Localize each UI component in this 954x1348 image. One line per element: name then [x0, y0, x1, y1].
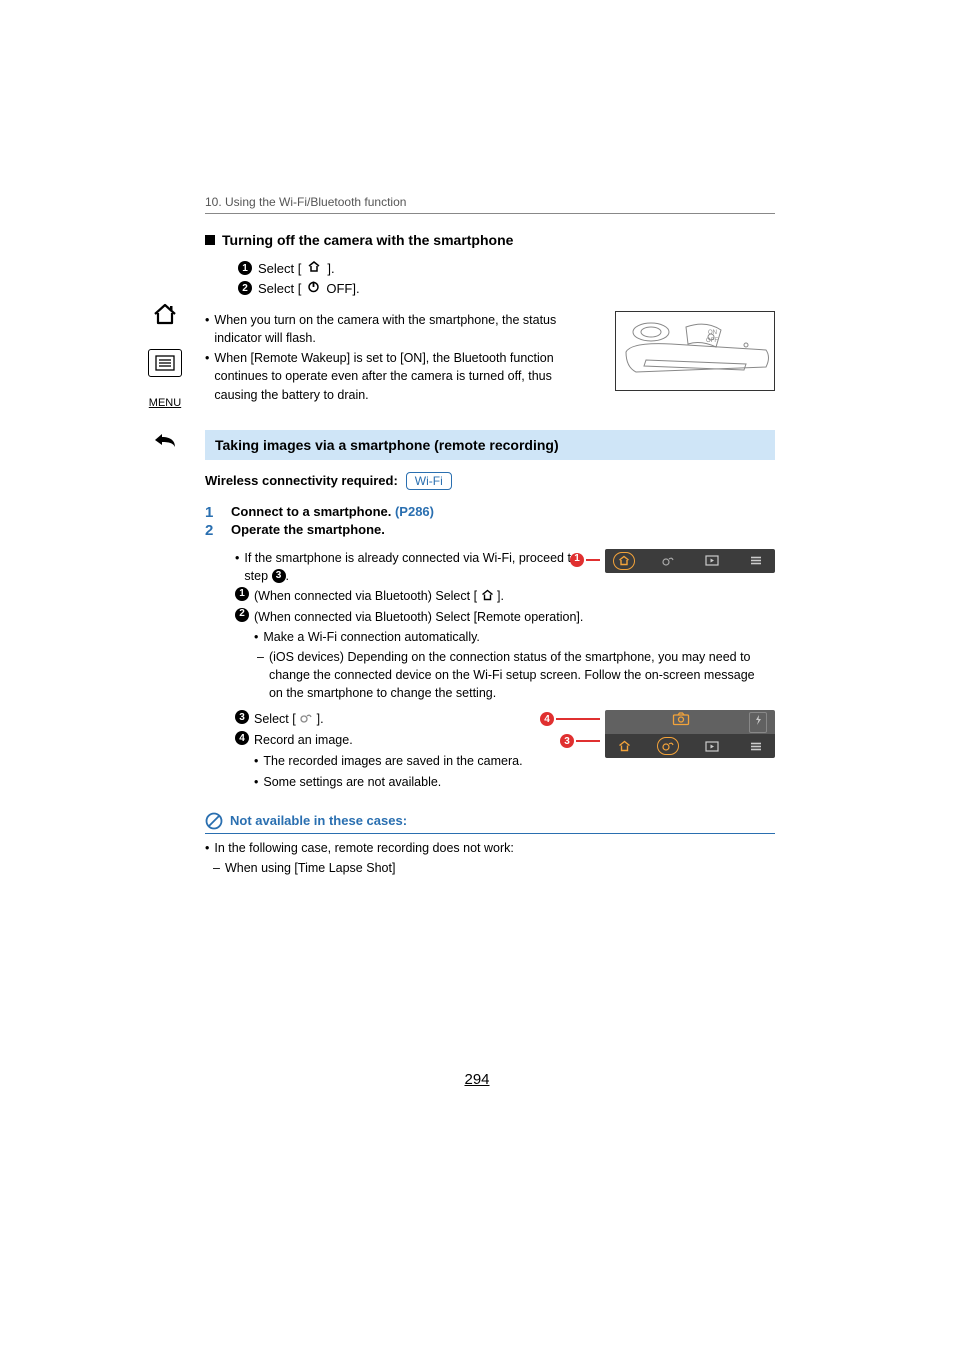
step-number-1: 1	[238, 261, 252, 275]
page-number[interactable]: 294	[0, 1071, 954, 1088]
sub-step-2: 2	[235, 608, 249, 622]
home-small-icon	[307, 260, 321, 276]
sub-step-4: 4	[235, 731, 249, 745]
prohibit-icon	[205, 812, 223, 830]
main-step-1: 1 Connect to a smartphone. (P286)	[205, 504, 775, 521]
main-step-2: 2 Operate the smartphone.	[205, 522, 775, 539]
subheading-text: Turning off the camera with the smartpho…	[222, 232, 513, 248]
callout-4: 4	[540, 712, 554, 726]
app-menu-icon-2[interactable]	[745, 737, 767, 755]
square-bullet-icon	[205, 235, 215, 245]
callout-3: 3	[560, 734, 574, 748]
not-available-heading: Not available in these cases:	[205, 812, 775, 834]
wifi-tag: Wi-Fi	[406, 472, 452, 490]
app-flash-icon[interactable]	[749, 712, 767, 733]
turnoff-step-1: 1 Select [ ].	[238, 260, 775, 276]
not-available-body: •In the following case, remote recording…	[205, 839, 775, 879]
info-text: •When you turn on the camera with the sm…	[205, 311, 595, 404]
power-icon	[307, 280, 320, 296]
step-number-2: 2	[238, 281, 252, 295]
chapter-title: 10. Using the Wi-Fi/Bluetooth function	[205, 195, 775, 214]
sidebar-nav: MENU	[145, 302, 185, 454]
back-icon[interactable]	[151, 429, 179, 454]
sub-step-1: 1	[235, 587, 249, 601]
app-toolbar-top	[605, 549, 775, 573]
page-ref-link[interactable]: (P286)	[395, 504, 434, 519]
app-toolbar-dual	[605, 710, 775, 758]
section-heading: Taking images via a smartphone (remote r…	[205, 430, 775, 460]
app-play-icon[interactable]	[701, 552, 723, 570]
toc-icon[interactable]	[148, 349, 182, 377]
app-remote-icon[interactable]	[657, 552, 679, 570]
home-icon[interactable]	[152, 302, 178, 329]
app-home-icon[interactable]	[613, 552, 635, 570]
home-small-icon	[481, 590, 494, 604]
camera-illustration: ON OFF	[615, 311, 775, 391]
app-menu-icon[interactable]	[745, 552, 767, 570]
sub-step-3: 3	[235, 710, 249, 724]
turnoff-step-2: 2 Select [ OFF].	[238, 280, 775, 296]
remote-small-icon	[299, 713, 313, 727]
app-home-icon-2[interactable]	[613, 737, 635, 755]
menu-link[interactable]: MENU	[149, 397, 181, 409]
svg-text:OFF: OFF	[706, 338, 718, 344]
app-play-icon-2[interactable]	[701, 737, 723, 755]
callout-1: 1	[570, 553, 584, 567]
subheading-turn-off: Turning off the camera with the smartpho…	[205, 232, 775, 248]
connectivity-required: Wireless connectivity required: Wi-Fi	[205, 472, 775, 490]
app-camera-icon[interactable]	[672, 712, 690, 732]
app-remote-icon-2[interactable]	[657, 737, 679, 755]
